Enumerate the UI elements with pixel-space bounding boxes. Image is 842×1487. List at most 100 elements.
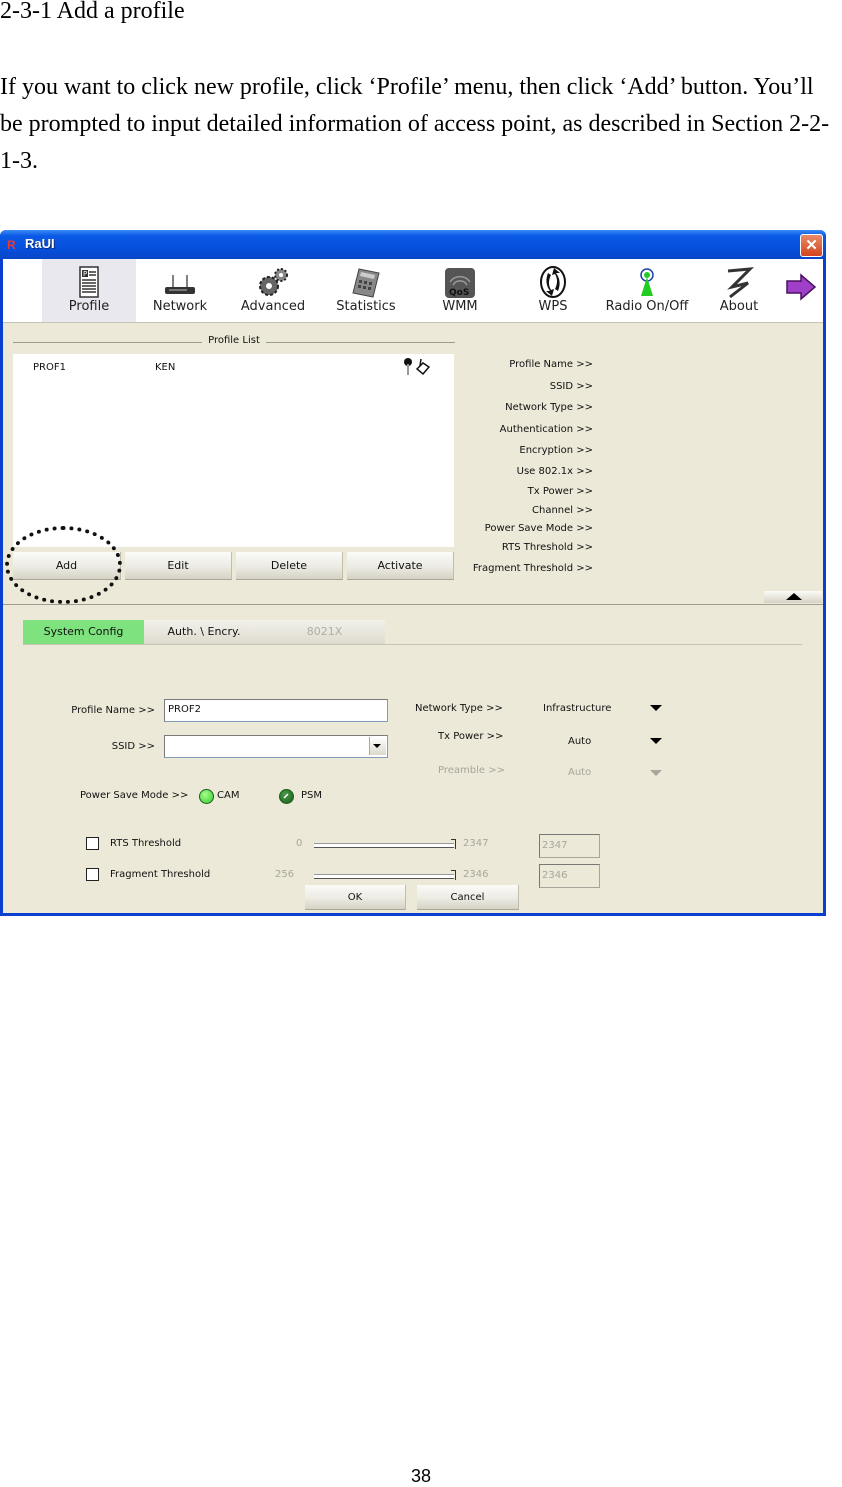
preamble-label: Preamble >> bbox=[438, 765, 505, 776]
tx-power-dropdown-icon[interactable] bbox=[650, 738, 662, 744]
preamble-dropdown-icon[interactable] bbox=[650, 770, 662, 776]
fragment-slider-handle[interactable] bbox=[451, 870, 456, 880]
toolbar-profile-label: Profile bbox=[68, 299, 110, 314]
power-save-label: Power Save Mode >> bbox=[80, 790, 189, 801]
title-bar[interactable]: R RaUI ✕ bbox=[0, 230, 826, 259]
tx-power-label: Tx Power >> bbox=[438, 731, 504, 742]
window-title: RaUI bbox=[25, 236, 55, 251]
window-client-area: P Profile Network Advanced Statistics Qo… bbox=[3, 259, 823, 913]
edit-button[interactable]: Edit bbox=[125, 552, 232, 580]
toolbar-statistics-label: Statistics bbox=[336, 299, 396, 314]
key-and-tag-icon bbox=[403, 358, 433, 380]
main-toolbar: P Profile Network Advanced Statistics Qo… bbox=[3, 259, 823, 323]
svg-text:P: P bbox=[83, 270, 87, 278]
radio-cam-label: CAM bbox=[217, 790, 240, 801]
qos-icon: QoS bbox=[445, 268, 475, 298]
detail-label-network-type: Network Type >> bbox=[505, 402, 593, 413]
section-heading: 2-3-1 Add a profile bbox=[0, 0, 185, 24]
rts-value-input[interactable]: 2347 bbox=[539, 834, 600, 858]
toolbar-profile[interactable]: P Profile bbox=[42, 259, 136, 322]
toolbar-advanced-label: Advanced bbox=[240, 299, 306, 314]
raui-window: R RaUI ✕ P Profile Network Advanced Stat… bbox=[0, 230, 826, 916]
toolbar-about[interactable]: About bbox=[706, 259, 772, 322]
fragment-threshold-checkbox[interactable] bbox=[86, 868, 99, 881]
delete-button[interactable]: Delete bbox=[236, 552, 343, 580]
instruction-paragraph: If you want to click new profile, click … bbox=[0, 74, 830, 174]
profile-name-cell: PROF1 bbox=[33, 362, 66, 373]
rts-min-label: 0 bbox=[296, 838, 303, 849]
network-type-label: Network Type >> bbox=[415, 703, 503, 714]
fragment-slider[interactable] bbox=[314, 874, 454, 879]
tab-strip-line bbox=[23, 644, 802, 645]
radio-antenna-icon bbox=[640, 268, 654, 296]
rts-threshold-label: RTS Threshold bbox=[110, 838, 182, 849]
add-button-highlight-circle bbox=[5, 526, 122, 604]
toolbar-advanced[interactable]: Advanced bbox=[231, 259, 315, 322]
detail-label-802-1x: Use 802.1x >> bbox=[516, 466, 593, 477]
fragment-min-label: 256 bbox=[275, 869, 295, 880]
toolbar-network-label: Network bbox=[152, 299, 208, 314]
radio-cam[interactable] bbox=[199, 789, 214, 804]
fragment-value-input[interactable]: 2346 bbox=[539, 864, 600, 888]
detail-label-encryption: Encryption >> bbox=[519, 445, 593, 456]
tab-auth-encry[interactable]: Auth. \ Encry. bbox=[144, 620, 264, 644]
toolbar-radio-label: Radio On/Off bbox=[605, 299, 689, 314]
triangle-up-icon bbox=[786, 593, 802, 600]
toolbar-wmm[interactable]: QoS WMM bbox=[427, 259, 493, 322]
radio-psm-selected[interactable] bbox=[279, 789, 294, 804]
about-logo-icon bbox=[727, 267, 754, 299]
profile-list-title: Profile List bbox=[202, 335, 266, 346]
fragment-max-label: 2346 bbox=[463, 869, 489, 880]
detail-label-tx-power: Tx Power >> bbox=[527, 486, 593, 497]
collapse-button[interactable] bbox=[764, 591, 822, 603]
tx-power-select[interactable]: Auto bbox=[568, 736, 591, 747]
rts-slider[interactable] bbox=[314, 843, 454, 848]
toolbar-wps[interactable]: WPS bbox=[520, 259, 586, 322]
toolbar-radio-onoff[interactable]: Radio On/Off bbox=[597, 259, 697, 322]
profile-row[interactable]: PROF1 KEN bbox=[13, 358, 454, 376]
profile-name-input[interactable]: PROF2 bbox=[164, 699, 388, 722]
toolbar-statistics[interactable]: Statistics bbox=[323, 259, 409, 322]
activate-button[interactable]: Activate bbox=[347, 552, 454, 580]
detail-label-ssid: SSID >> bbox=[549, 381, 593, 392]
profile-name-label: Profile Name >> bbox=[71, 705, 155, 716]
app-logo-icon: R bbox=[7, 238, 16, 252]
chevron-down-icon bbox=[373, 744, 381, 748]
ssid-combobox[interactable] bbox=[164, 735, 388, 758]
toolbar-network[interactable]: Network bbox=[138, 259, 222, 322]
cancel-button[interactable]: Cancel bbox=[417, 885, 519, 910]
profile-icon: P bbox=[79, 266, 99, 298]
profile-ssid-cell: KEN bbox=[155, 362, 176, 373]
router-icon bbox=[165, 275, 195, 294]
toolbar-wmm-label: WMM bbox=[442, 299, 478, 314]
arrow-right-icon[interactable] bbox=[785, 273, 817, 301]
detail-label-channel: Channel >> bbox=[532, 505, 593, 516]
section-divider bbox=[3, 604, 823, 605]
close-button[interactable]: ✕ bbox=[800, 234, 823, 257]
wps-icon bbox=[540, 266, 566, 298]
ssid-dropdown-button[interactable] bbox=[369, 737, 386, 755]
rts-slider-handle[interactable] bbox=[451, 839, 456, 849]
profile-list-group-title: Profile List bbox=[13, 335, 455, 349]
tab-8021x[interactable]: 8021X bbox=[264, 620, 385, 644]
gears-icon bbox=[259, 268, 288, 296]
rts-threshold-checkbox[interactable] bbox=[86, 837, 99, 850]
radio-psm-label: PSM bbox=[301, 790, 323, 801]
svg-text:QoS: QoS bbox=[449, 288, 469, 298]
ssid-label: SSID >> bbox=[111, 741, 155, 752]
fragment-threshold-label: Fragment Threshold bbox=[110, 869, 211, 880]
page-number: 38 bbox=[410, 1466, 432, 1486]
calculator-icon bbox=[352, 268, 380, 298]
network-type-select[interactable]: Infrastructure bbox=[543, 703, 611, 714]
network-type-dropdown-icon[interactable] bbox=[650, 705, 662, 711]
detail-label-power-save: Power Save Mode >> bbox=[484, 523, 593, 534]
profile-list[interactable]: PROF1 KEN bbox=[13, 354, 454, 547]
toolbar-wps-label: WPS bbox=[538, 299, 568, 314]
toolbar-about-label: About bbox=[719, 299, 759, 314]
detail-label-rts: RTS Threshold >> bbox=[501, 542, 593, 553]
preamble-select[interactable]: Auto bbox=[568, 767, 591, 778]
detail-label-fragment: Fragment Threshold >> bbox=[472, 563, 593, 574]
detail-label-profile-name: Profile Name >> bbox=[509, 359, 593, 370]
tab-system-config[interactable]: System Config bbox=[23, 620, 144, 644]
ok-button[interactable]: OK bbox=[305, 885, 406, 910]
